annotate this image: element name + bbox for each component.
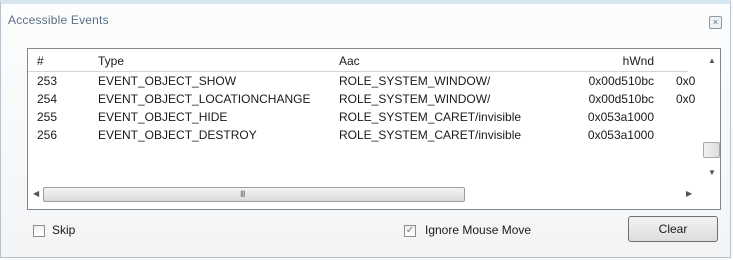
column-header-number[interactable]: # xyxy=(37,54,77,68)
table-row[interactable]: 255 EVENT_OBJECT_HIDE ROLE_SYSTEM_CARET/… xyxy=(28,108,688,126)
ignore-mouse-move-checkbox[interactable]: ✓ xyxy=(404,225,416,237)
clear-button[interactable]: Clear xyxy=(628,216,718,242)
skip-checkbox[interactable] xyxy=(33,225,45,237)
row-hwnd: 0x00d510bc xyxy=(588,92,654,106)
close-icon[interactable]: × xyxy=(709,16,722,29)
events-list[interactable]: # Type Aac hWnd 253 EVENT_OBJECT_SHOW RO… xyxy=(27,48,721,210)
list-header: # Type Aac hWnd xyxy=(28,49,688,72)
skip-label[interactable]: Skip xyxy=(52,223,75,237)
accessible-events-panel: Accessible Events × # Type Aac hWnd 253 … xyxy=(0,0,731,258)
row-number: 255 xyxy=(37,110,58,124)
horizontal-scroll-thumb[interactable]: III xyxy=(43,187,465,202)
table-row[interactable]: 254 EVENT_OBJECT_LOCATIONCHANGE ROLE_SYS… xyxy=(28,90,696,108)
column-header-aac[interactable]: Aac xyxy=(339,54,559,68)
row-number: 253 xyxy=(37,74,58,88)
scroll-left-icon[interactable]: ◀ xyxy=(33,189,39,198)
row-aac: ROLE_SYSTEM_CARET/invisible xyxy=(339,110,522,124)
table-row[interactable]: 256 EVENT_OBJECT_DESTROY ROLE_SYSTEM_CAR… xyxy=(28,126,688,144)
row-type: EVENT_OBJECT_HIDE xyxy=(98,110,228,124)
vertical-scrollbar[interactable]: ▲ ▼ xyxy=(703,50,720,184)
row-number: 254 xyxy=(37,92,58,106)
row-extra: 0x0( xyxy=(676,92,696,106)
row-type: EVENT_OBJECT_LOCATIONCHANGE xyxy=(98,92,311,106)
vertical-scroll-thumb[interactable] xyxy=(703,142,720,158)
scroll-up-icon[interactable]: ▲ xyxy=(708,56,716,65)
scroll-down-icon[interactable]: ▼ xyxy=(708,168,716,177)
column-header-type[interactable]: Type xyxy=(98,54,338,68)
scroll-right-icon[interactable]: ▶ xyxy=(686,189,692,198)
panel-title: Accessible Events xyxy=(8,13,109,27)
row-type: EVENT_OBJECT_DESTROY xyxy=(98,128,257,142)
row-aac: ROLE_SYSTEM_CARET/invisible xyxy=(339,128,522,142)
row-aac: ROLE_SYSTEM_WINDOW/ xyxy=(339,74,491,88)
row-extra: 0x0( xyxy=(676,74,696,88)
ignore-mouse-move-label[interactable]: Ignore Mouse Move xyxy=(425,223,531,237)
row-aac: ROLE_SYSTEM_WINDOW/ xyxy=(339,92,491,106)
row-number: 256 xyxy=(37,128,58,142)
horizontal-scrollbar[interactable]: ◀ III ▶ xyxy=(29,186,699,203)
row-hwnd: 0x053a1000 xyxy=(587,128,654,142)
row-hwnd: 0x053a1000 xyxy=(587,110,654,124)
row-hwnd: 0x00d510bc xyxy=(588,74,654,88)
row-type: EVENT_OBJECT_SHOW xyxy=(98,74,237,88)
scroll-grip-icon: III xyxy=(240,189,245,199)
table-row[interactable]: 253 EVENT_OBJECT_SHOW ROLE_SYSTEM_WINDOW… xyxy=(28,72,696,90)
column-header-hwnd[interactable]: hWnd xyxy=(572,54,654,68)
